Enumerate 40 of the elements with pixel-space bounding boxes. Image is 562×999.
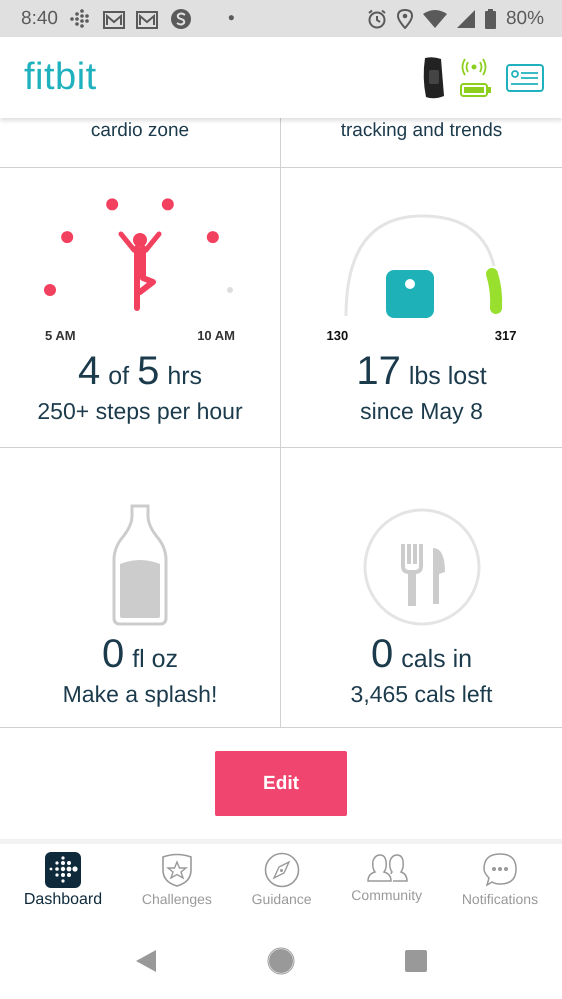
nav-tab[interactable]: Dashboard [22,852,104,922]
compass-icon [264,852,300,888]
battery-icon [484,8,496,28]
signal-icon [456,10,475,28]
water-bottle-icon [112,504,168,626]
tile-caption: since May 8 [360,398,483,425]
hourly-summary: 4 of 5 hrs [78,349,202,394]
status-time: 8:40 [21,8,58,30]
sync-battery-icon [460,58,492,98]
axis-label: 130 [326,328,348,343]
axis-label: 10 AM [197,328,235,343]
tile-caption: 250+ steps per hour [37,398,243,425]
wifi-icon [422,10,447,28]
battery-percent: 80% [506,8,544,30]
nav-tab[interactable]: Guidance [250,852,314,922]
status-dot: • [228,8,235,30]
tile-caption: Make a splash! [62,681,218,708]
chat-bubble-icon [482,852,518,888]
location-icon [396,8,413,28]
weight-summary: 17 lbs lost [356,349,487,394]
back-button[interactable] [135,948,157,972]
axis-label: 5 AM [45,328,76,343]
fork-knife-icon [362,508,480,626]
recents-button[interactable] [405,950,427,972]
tile-caption: cardio zone [90,119,190,142]
water-summary: 0 fl oz [102,632,178,677]
home-button[interactable] [267,946,295,974]
people-icon [364,852,409,884]
fitbit-logo: fitbit [24,56,97,99]
nav-tab[interactable]: Challenges [140,852,214,922]
dashboard-icon [45,852,81,888]
tile-caption: tracking and trends [340,119,502,142]
tile-caption: 3,465 cals left [350,681,492,708]
nav-tab[interactable]: Community [349,852,424,922]
nav-tab[interactable]: Notifications [460,852,540,922]
profile-card-icon [506,64,544,92]
edit-button[interactable]: Edit [215,751,347,816]
alarm-icon [366,8,387,28]
axis-label: 317 [494,328,516,343]
food-summary: 0 cals in [370,632,472,677]
